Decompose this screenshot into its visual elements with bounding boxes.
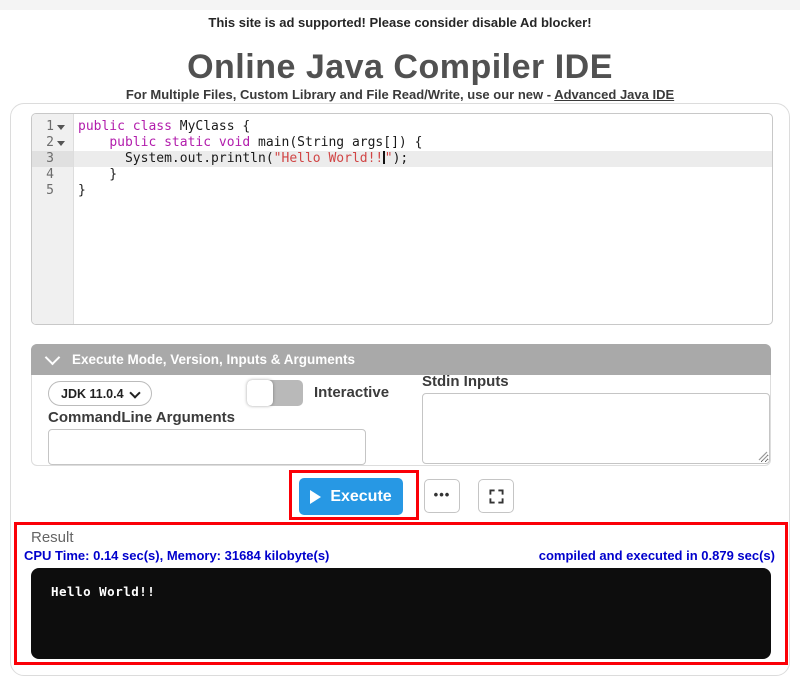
gutter-line: 4 bbox=[32, 167, 73, 183]
code-line[interactable]: public class MyClass { bbox=[74, 119, 772, 135]
stdin-input[interactable] bbox=[422, 393, 770, 464]
line-number: 3 bbox=[46, 151, 54, 166]
code-line[interactable]: } bbox=[74, 183, 772, 199]
code-token: " bbox=[384, 151, 393, 166]
fullscreen-icon bbox=[488, 488, 504, 504]
interactive-toggle[interactable] bbox=[247, 380, 303, 406]
gutter-line: 1 bbox=[32, 119, 73, 135]
code-token: } bbox=[78, 167, 118, 182]
code-line[interactable]: public static void main(String args[]) { bbox=[74, 135, 772, 151]
chevron-down-icon bbox=[44, 349, 61, 366]
fullscreen-button[interactable] bbox=[478, 479, 514, 513]
code-line[interactable]: } bbox=[74, 167, 772, 183]
page-subtitle: For Multiple Files, Custom Library and F… bbox=[0, 87, 800, 102]
execute-button[interactable]: Execute bbox=[299, 478, 403, 515]
fold-icon[interactable] bbox=[57, 124, 65, 130]
gutter-line: 3 bbox=[32, 151, 73, 167]
commandline-arguments-label: CommandLine Arguments bbox=[48, 409, 235, 426]
toggle-knob bbox=[247, 380, 273, 406]
terminal-output: Hello World!! bbox=[51, 584, 156, 599]
jdk-version-dropdown[interactable]: JDK 11.0.4 bbox=[48, 381, 152, 406]
code-token: public static void bbox=[109, 135, 259, 150]
code-token: "Hello World!! bbox=[273, 151, 384, 166]
line-number: 4 bbox=[46, 167, 54, 182]
more-options-icon: ••• bbox=[433, 486, 451, 502]
jdk-version-value: JDK 11.0.4 bbox=[61, 386, 124, 401]
options-panel-header[interactable]: Execute Mode, Version, Inputs & Argument… bbox=[31, 344, 771, 375]
result-highlight-box: Result CPU Time: 0.14 sec(s), Memory: 31… bbox=[14, 522, 788, 665]
line-number: 5 bbox=[46, 183, 54, 198]
page: This site is ad supported! Please consid… bbox=[0, 0, 800, 681]
commandline-arguments-input[interactable] bbox=[48, 429, 366, 465]
main-card: 12345 public class MyClass { public stat… bbox=[10, 103, 790, 676]
chevron-down-icon bbox=[129, 386, 141, 399]
options-panel: Execute Mode, Version, Inputs & Argument… bbox=[31, 344, 771, 466]
line-number: 2 bbox=[46, 135, 54, 150]
page-title: Online Java Compiler IDE bbox=[187, 48, 613, 86]
editor-gutter: 12345 bbox=[32, 114, 74, 324]
code-token: } bbox=[78, 183, 86, 198]
line-number: 1 bbox=[46, 119, 54, 134]
code-token: ); bbox=[392, 151, 409, 166]
options-header-label: Execute Mode, Version, Inputs & Argument… bbox=[72, 352, 356, 367]
code-line[interactable]: System.out.println("Hello World!! "); bbox=[74, 151, 772, 167]
result-title: Result bbox=[31, 529, 74, 546]
fold-icon[interactable] bbox=[57, 140, 65, 146]
play-icon bbox=[310, 489, 322, 504]
advanced-java-ide-link[interactable]: Advanced Java IDE bbox=[554, 87, 674, 102]
execute-button-label: Execute bbox=[330, 487, 392, 505]
code-token: System.out.println( bbox=[78, 151, 274, 166]
code-token: MyClass { bbox=[179, 119, 251, 134]
code-token: public class bbox=[78, 119, 180, 134]
gutter-line: 5 bbox=[32, 183, 73, 199]
output-terminal[interactable]: Hello World!! bbox=[31, 568, 771, 659]
interactive-label: Interactive bbox=[314, 384, 390, 401]
editor-code[interactable]: public class MyClass { public static voi… bbox=[74, 114, 772, 324]
cpu-memory-stats: CPU Time: 0.14 sec(s), Memory: 31684 kil… bbox=[24, 548, 330, 563]
result-stats: CPU Time: 0.14 sec(s), Memory: 31684 kil… bbox=[24, 548, 775, 563]
compile-time-stats: compiled and executed in 0.879 sec(s) bbox=[538, 548, 775, 563]
code-editor[interactable]: 12345 public class MyClass { public stat… bbox=[31, 113, 773, 325]
more-options-button[interactable]: ••• bbox=[424, 479, 460, 513]
ad-banner-text: This site is ad supported! Please consid… bbox=[208, 15, 592, 30]
gutter-line: 2 bbox=[32, 135, 73, 151]
top-ad-strip bbox=[0, 0, 800, 10]
code-token: main(String args[]) { bbox=[258, 135, 423, 150]
stdin-inputs-label: Stdin Inputs bbox=[422, 373, 509, 390]
subtitle-text: For Multiple Files, Custom Library and F… bbox=[125, 87, 552, 102]
